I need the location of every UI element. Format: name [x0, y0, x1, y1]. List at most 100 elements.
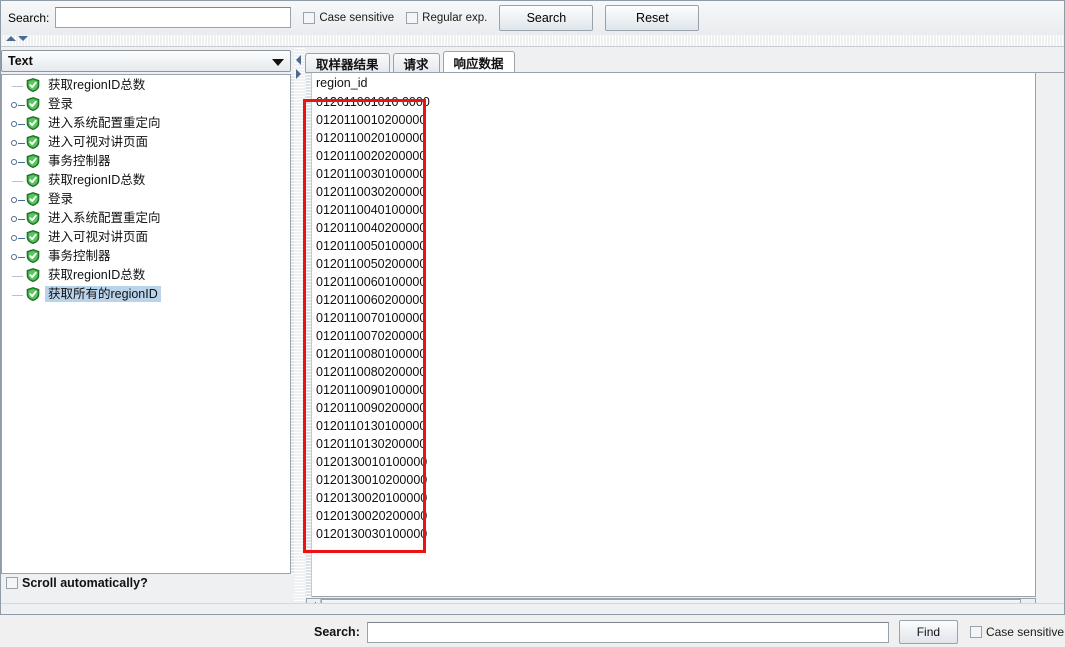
data-row: 0120130030100000 — [316, 527, 428, 541]
tree-node[interactable]: 进入系统配置重定向 — [2, 208, 290, 227]
status-ok-shield-icon — [26, 115, 40, 130]
bottom-case-sensitive-checkbox[interactable]: Case sensitive — [969, 625, 1064, 639]
chevron-down-icon — [272, 59, 284, 66]
data-row: 012011001010 0000 — [316, 95, 430, 109]
tree-node-label: 获取regionID总数 — [48, 267, 146, 282]
chevron-up-icon[interactable] — [6, 36, 16, 41]
scroll-automatically-label: Scroll automatically? — [22, 576, 148, 590]
tree-leaf-connector-icon — [10, 265, 26, 284]
tree-leaf-connector-icon — [10, 170, 26, 189]
data-row: 0120110090100000 — [316, 383, 427, 397]
tree-node-label: 事务控制器 — [48, 153, 111, 168]
tree-node-label: 事务控制器 — [48, 248, 111, 263]
data-row: 0120110010200000 — [316, 113, 427, 127]
results-tree[interactable]: 获取regionID总数 登录 进入系统配置重定向 进入可视对讲页面 事务控制器… — [1, 74, 291, 574]
status-ok-shield-icon — [26, 172, 40, 187]
status-ok-shield-icon — [26, 77, 40, 92]
data-vertical-scrollbar[interactable] — [306, 73, 312, 597]
data-row: 0120130010100000 — [316, 455, 428, 469]
search-label: Search: — [8, 10, 50, 25]
checkbox-icon — [406, 11, 419, 24]
tree-node-label: 进入系统配置重定向 — [48, 115, 161, 130]
tree-node[interactable]: 进入可视对讲页面 — [2, 227, 290, 246]
tree-expand-toggle-icon[interactable] — [10, 132, 26, 151]
tree-node[interactable]: 登录 — [2, 94, 290, 113]
response-data-pane[interactable]: region_id 012011001010 0000 0120110010200… — [306, 73, 1036, 597]
data-row: 0120110090200000 — [316, 401, 427, 415]
chevron-down-icon[interactable] — [18, 36, 28, 41]
result-tabs: 取样器结果 请求 响应数据 — [305, 51, 518, 73]
data-row: 0120110050100000 — [316, 239, 427, 253]
case-sensitive-checkbox[interactable]: Case sensitive — [303, 11, 395, 24]
data-row: 0120110060100000 — [316, 275, 427, 289]
tree-expand-toggle-icon[interactable] — [10, 113, 26, 132]
tree-node[interactable]: 进入可视对讲页面 — [2, 132, 290, 151]
tree-node[interactable]: 获取regionID总数 — [2, 75, 290, 94]
tree-expand-toggle-icon[interactable] — [10, 189, 26, 208]
tree-node-label: 登录 — [48, 96, 74, 111]
bottom-band — [0, 603, 1065, 615]
reset-button[interactable]: Reset — [605, 4, 700, 31]
tree-expand-toggle-icon[interactable] — [10, 151, 26, 170]
data-row: 0120110040200000 — [316, 221, 427, 235]
status-ok-shield-icon — [26, 210, 40, 225]
status-ok-shield-icon — [26, 153, 40, 168]
tree-expand-toggle-icon[interactable] — [10, 246, 26, 265]
data-row: 0120110080200000 — [316, 365, 427, 379]
horizontal-splitter[interactable] — [0, 35, 1065, 47]
data-row: 0120130010200000 — [316, 473, 428, 487]
data-row: 0120110020200000 — [316, 149, 427, 163]
status-ok-shield-icon — [26, 134, 40, 149]
regular-exp-checkbox[interactable]: Regular exp. — [406, 11, 488, 24]
data-row: 0120110130200000 — [316, 437, 427, 451]
status-ok-shield-icon — [26, 267, 40, 282]
tree-expand-toggle-icon[interactable] — [10, 227, 26, 246]
checkbox-icon — [6, 577, 18, 589]
bottom-search-bar: Search: Find Case sensitive — [306, 617, 1064, 647]
tab-2[interactable]: 请求 — [392, 53, 440, 73]
tree-leaf-connector-icon — [10, 75, 26, 94]
status-ok-shield-icon — [26, 191, 40, 206]
data-row: 0120110030100000 — [316, 167, 427, 181]
tree-expand-toggle-icon[interactable] — [10, 94, 26, 113]
tree-node[interactable]: 事务控制器 — [2, 246, 290, 265]
view-type-value: Text — [8, 54, 33, 68]
search-input[interactable] — [55, 7, 292, 28]
tree-node[interactable]: 获取所有的regionID — [2, 284, 290, 303]
top-search-toolbar: Search: Case sensitive Regular exp. Sear… — [0, 0, 1065, 36]
status-ok-shield-icon — [26, 96, 40, 111]
tree-node[interactable]: 登录 — [2, 189, 290, 208]
status-ok-shield-icon — [26, 229, 40, 244]
tab-1[interactable]: 取样器结果 — [305, 53, 390, 73]
tree-node-label: 获取regionID总数 — [48, 172, 146, 187]
status-ok-shield-icon — [26, 286, 40, 301]
checkbox-icon — [303, 11, 316, 24]
data-column-header: region_id — [316, 76, 368, 90]
case-sensitive-label: Case sensitive — [319, 11, 395, 24]
data-row: 0120110020100000 — [316, 131, 427, 145]
tab-3[interactable]: 响应数据 — [442, 51, 515, 73]
tree-node[interactable]: 进入系统配置重定向 — [2, 113, 290, 132]
tree-node-label: 进入可视对讲页面 — [48, 134, 149, 149]
bottom-search-input[interactable] — [366, 621, 889, 643]
data-row: 0120110030200000 — [316, 185, 427, 199]
data-row: 0120110080100000 — [316, 347, 427, 361]
tree-node[interactable]: 获取regionID总数 — [2, 265, 290, 284]
search-button[interactable]: Search — [499, 4, 594, 31]
right-panel: 取样器结果 请求 响应数据 region_id 012011001010 0000 0… — [305, 47, 1065, 644]
find-button[interactable]: Find — [898, 620, 958, 644]
data-row: 0120110070100000 — [316, 311, 427, 325]
tree-node[interactable]: 事务控制器 — [2, 151, 290, 170]
data-row: 0120110070200000 — [316, 329, 427, 343]
tree-node-label: 进入系统配置重定向 — [48, 210, 161, 225]
scroll-automatically-checkbox[interactable]: Scroll automatically? — [6, 576, 148, 590]
bottom-search-label: Search: — [314, 625, 360, 639]
tree-expand-toggle-icon[interactable] — [10, 208, 26, 227]
chevron-right-icon[interactable] — [296, 69, 301, 79]
regular-exp-label: Regular exp. — [422, 11, 488, 24]
data-rows: 012011001010 0000 0120110010200000 0120110… — [316, 93, 430, 543]
tree-node[interactable]: 获取regionID总数 — [2, 170, 290, 189]
view-type-combobox[interactable]: Text — [1, 50, 291, 72]
bottom-case-sensitive-label: Case sensitive — [985, 625, 1064, 639]
chevron-left-icon[interactable] — [296, 55, 301, 65]
